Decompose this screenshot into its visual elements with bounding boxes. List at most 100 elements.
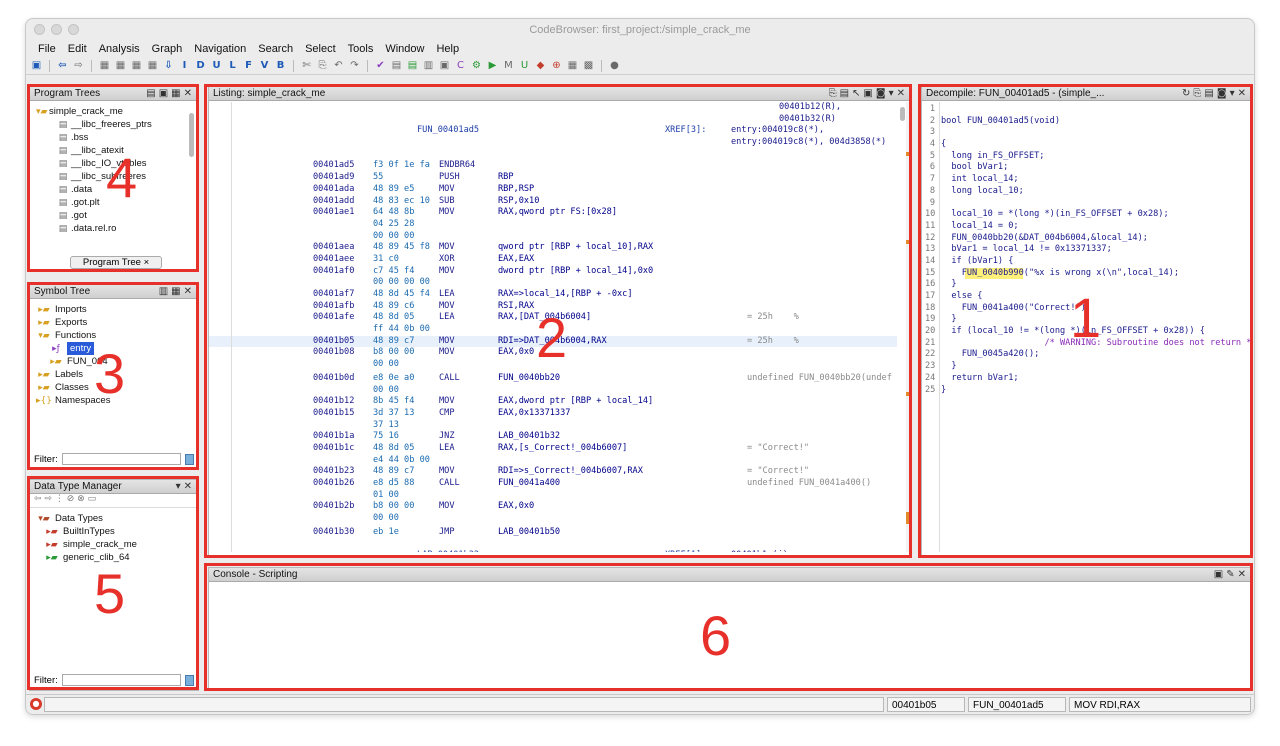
menu-item-analysis[interactable]: Analysis <box>93 41 146 58</box>
listing-row[interactable]: 00401b23 48 89 c7 MOV RDI=>s_Correct!_004b6… <box>209 466 897 478</box>
decompile-line[interactable]: 10 local_10 = *(long *)(in_FS_OFFSET + 0… <box>922 209 1252 221</box>
new-tree-icon[interactable]: ▦ <box>171 88 183 99</box>
listing-row[interactable]: 00401ad5 f3 0f 1e fa ENDBR64 <box>209 160 897 172</box>
decompile-line[interactable]: 4{ <box>922 139 1252 151</box>
undefined-icon[interactable]: U <box>210 60 223 72</box>
function-graph-icon[interactable]: ⚙ <box>470 60 483 72</box>
xref-value[interactable]: 00401b32(R) <box>779 114 836 126</box>
tree-item[interactable]: ▤ .got <box>36 209 198 222</box>
decompile-line[interactable]: 5 long in_FS_OFFSET; <box>922 151 1252 163</box>
folder-icon[interactable]: ▣ <box>159 88 171 99</box>
menu-item-select[interactable]: Select <box>299 41 342 58</box>
xref-value[interactable]: 00401b1a(j) <box>731 550 788 552</box>
symbol-filter-input[interactable] <box>61 453 181 465</box>
close-icon[interactable]: ✕ <box>897 88 908 99</box>
decompile-line[interactable]: 18 FUN_0041a400("Correct!"); <box>922 303 1252 315</box>
label-name[interactable]: LAB_00401b32 <box>417 550 479 552</box>
tree-item[interactable]: ▤ __libc_subfreeres <box>36 170 198 183</box>
listing-row[interactable]: 00401b26 e8 d5 88 CALL FUN_0041a400 undefine… <box>209 478 897 490</box>
decompile-line[interactable]: 15 FUN_0040b990("%x is wrong x(\n",local… <box>922 267 1252 280</box>
create-icon[interactable]: ▥ <box>159 286 171 297</box>
clear-icon[interactable]: ✎ <box>1226 569 1237 580</box>
tree-item[interactable]: ▤ __libc_freeres_ptrs <box>36 118 198 131</box>
decompile-line[interactable]: 8 long local_10; <box>922 186 1252 198</box>
decompile-line[interactable]: 24 return bVar1; <box>922 373 1252 385</box>
scrollbar[interactable] <box>189 113 194 157</box>
data-type-filter-input[interactable] <box>61 674 181 686</box>
symbol-tree-item[interactable]: ▾▰ Functions <box>36 329 198 342</box>
decompiler-icon[interactable]: C <box>454 60 467 72</box>
symbol-tree-item[interactable]: ▸▰ Imports <box>36 303 198 316</box>
export-icon[interactable]: ▤ <box>1204 88 1216 99</box>
decompile-line[interactable]: 14 if (bVar1) { <box>922 256 1252 268</box>
listing-code[interactable]: 00401b12(R), 00401b32(R) FUN_00401ad5 XREF[… <box>209 102 897 552</box>
listing-row[interactable]: 00401ada 48 89 e5 MOV RBP,RSP <box>209 184 897 196</box>
menu-item-search[interactable]: Search <box>252 41 299 58</box>
filter-options-icon[interactable] <box>184 674 194 686</box>
navigate-down-icon[interactable]: ⇩ <box>162 60 175 72</box>
zoom-window-button[interactable] <box>68 24 79 35</box>
minimize-window-button[interactable] <box>51 24 62 35</box>
decompile-line[interactable]: 21 /* WARNING: Subroutine does not retur… <box>922 338 1252 350</box>
decompile-line[interactable]: 22 FUN_0045a420(); <box>922 349 1252 361</box>
tree-item[interactable]: ▤ __libc_IO_vtables <box>36 157 198 170</box>
undo-icon[interactable]: ↶ <box>332 60 345 72</box>
close-icon[interactable]: ✕ <box>1238 88 1249 99</box>
listing-row[interactable]: 00401af7 48 8d 45 f4 LEA RAX=>local_14,[RBP… <box>209 289 897 301</box>
listing-row[interactable]: e4 44 0b 00 <box>209 455 897 467</box>
close-icon[interactable]: ✕ <box>184 88 195 99</box>
refresh-icon[interactable]: ↻ <box>1182 88 1193 99</box>
lock-icon[interactable]: ▣ <box>1214 569 1226 580</box>
expand-icon[interactable]: ⋮ <box>55 494 64 504</box>
forward-arrow-icon[interactable]: ⇨ <box>44 494 52 504</box>
tree-item[interactable]: ▤ __libc_atexit <box>36 144 198 157</box>
decompile-line[interactable]: 13 bVar1 = local_14 != 0x13371337; <box>922 244 1252 256</box>
register-icon[interactable]: ▣ <box>438 60 451 72</box>
value-icon[interactable]: V <box>258 60 271 72</box>
symbol-tree-item[interactable]: ▸{} Namespaces <box>36 394 198 407</box>
decompile-line[interactable]: 2 bool FUN_00401ad5(void) <box>922 116 1252 128</box>
memory-map-icon[interactable]: ▥ <box>422 60 435 72</box>
status-icon[interactable]: ● <box>30 698 42 710</box>
data-type-item[interactable]: ▸▰ BuiltInTypes <box>36 525 198 538</box>
snapshot-icon[interactable]: ▣ <box>863 88 875 99</box>
listing-row[interactable]: 00401aee 31 c0 XOR EAX,EAX <box>209 254 897 266</box>
copy-icon[interactable]: ⎘ <box>829 88 840 99</box>
close-icon[interactable]: ✕ <box>184 286 195 297</box>
listing-row[interactable]: 00401ae1 64 48 8b MOV RAX,qword ptr FS:[0x2… <box>209 207 897 219</box>
tab-program-tree[interactable]: Program Tree × <box>70 256 162 269</box>
listing-row[interactable]: 37 13 <box>209 420 897 432</box>
decompile-line[interactable]: 3 <box>922 127 1252 139</box>
menu-item-file[interactable]: File <box>32 41 62 58</box>
data-type-item[interactable]: ▾▰ Data Types <box>36 512 198 525</box>
bytes-icon[interactable]: ▤ <box>406 60 419 72</box>
close-icon[interactable]: ✕ <box>1238 569 1249 580</box>
navigate-instruction-icon[interactable]: ▦ <box>114 60 127 72</box>
copy-icon[interactable]: ⎘ <box>1193 88 1204 99</box>
listing-row[interactable]: 00401b0d e8 0e a0 CALL FUN_0040bb20 undefine… <box>209 373 897 385</box>
decompile-line[interactable]: 12 FUN_0040bb20(&DAT_004b6004,&local_14)… <box>922 233 1252 245</box>
listing-row[interactable]: 04 25 28 <box>209 219 897 231</box>
patch-icon[interactable]: ⊕ <box>550 60 563 72</box>
listing-row[interactable]: 00401b30 eb 1e JMP LAB_00401b50 <box>209 527 897 539</box>
listing-row[interactable]: 00401afe 48 8d 05 LEA RAX,[DAT_004b6004] = 2… <box>209 312 897 324</box>
menu-item-window[interactable]: Window <box>379 41 430 58</box>
xref-value[interactable]: entry:004019c8(*), <box>731 125 824 137</box>
decompile-line[interactable]: 1 <box>922 104 1252 116</box>
symbol-tree-item[interactable]: ▸▰ Labels <box>36 368 198 381</box>
decompile-code[interactable]: 1 2 bool FUN_00401ad5(void) 3 4{5 long in_FS… <box>922 104 1252 552</box>
listing-row[interactable]: 00401aea 48 89 45 f8 MOV qword ptr [RBP + l… <box>209 242 897 254</box>
listing-row[interactable]: 00 00 <box>209 385 897 397</box>
refresh-icon[interactable]: ▦ <box>171 286 183 297</box>
menu-item-navigation[interactable]: Navigation <box>188 41 252 58</box>
open-tree-icon[interactable]: ▤ <box>146 88 158 99</box>
listing-row[interactable]: 00401b2b b8 00 00 MOV EAX,0x0 <box>209 501 897 513</box>
remove-filter-icon[interactable]: ⊗ <box>77 494 85 504</box>
dropdown-icon[interactable]: ▾ <box>889 88 897 99</box>
symbol-tree-item[interactable]: ▸ƒ entry <box>36 342 198 355</box>
save-icon[interactable]: ▣ <box>30 60 43 72</box>
symbol-tree-item[interactable]: ▸▰ FUN_004 <box>36 355 198 368</box>
listing-row[interactable]: 00401b05 48 89 c7 MOV RDI=>DAT_004b6004,RAX… <box>209 335 897 348</box>
tree-item[interactable]: ▤ .data <box>36 183 198 196</box>
close-tab-icon[interactable]: × <box>144 257 150 268</box>
